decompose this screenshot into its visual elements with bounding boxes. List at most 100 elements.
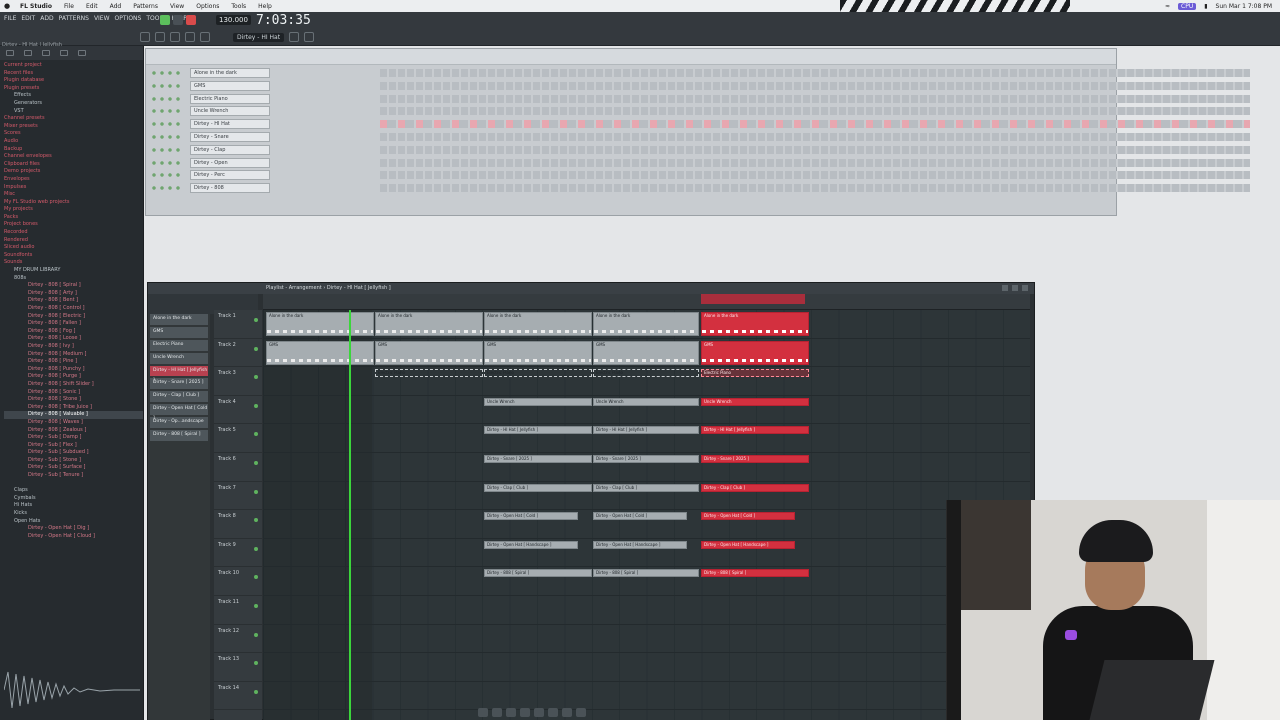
browser-item[interactable]: Recent files xyxy=(4,70,143,78)
browser-item[interactable]: Sounds xyxy=(4,259,143,267)
track-active-led[interactable] xyxy=(254,689,258,694)
browser-item[interactable]: Dirtey - 808 [ Electric ] xyxy=(4,313,143,321)
browser-item[interactable]: Impulses xyxy=(4,184,143,192)
pattern-clip[interactable]: GMS xyxy=(266,340,374,365)
browser-item[interactable]: Scores xyxy=(4,130,143,138)
browser-item[interactable]: Current project xyxy=(4,62,143,70)
track-header[interactable]: Track 6 xyxy=(214,453,262,482)
browser-item[interactable]: Dirtey - Sub [ Subdued ] xyxy=(4,449,143,457)
browser-item[interactable]: Hi Hats xyxy=(4,502,143,510)
pattern-item[interactable]: Electric Piano xyxy=(150,339,208,353)
fl-menu-add[interactable]: ADD xyxy=(40,15,53,22)
browser-item[interactable]: Plugin database xyxy=(4,77,143,85)
channel-name-button[interactable]: Dirtey - HI Hat xyxy=(190,119,270,130)
track-active-led[interactable] xyxy=(254,432,258,437)
track-header[interactable]: Track 8 xyxy=(214,510,262,539)
step-sequencer[interactable] xyxy=(380,120,1250,129)
track-header[interactable]: Track 10 xyxy=(214,567,262,596)
pattern-clip[interactable]: Dirtey - Open Hat [ Handscape ] xyxy=(484,540,578,549)
pattern-clip[interactable]: Dirtey - Open Hat [ Handscape ] xyxy=(701,540,795,549)
pattern-item[interactable]: Dirtey - HI Hat [ Jellyfish ] xyxy=(150,365,208,383)
browser-item[interactable]: Dirtey - Sub [ Stone ] xyxy=(4,457,143,465)
pattern-item[interactable]: Dirtey - Snare [ 2025 ] xyxy=(150,378,208,392)
tool-paint-icon[interactable] xyxy=(492,708,502,717)
pattern-clip[interactable]: Dirtey - HI Hat [ Jellyfish ] xyxy=(593,426,699,435)
track-active-led[interactable] xyxy=(254,403,258,408)
browser-item[interactable]: MY DRUM LIBRARY xyxy=(4,267,143,275)
pattern-clip[interactable]: Dirtey - HI Hat [ Jellyfish ] xyxy=(701,426,809,435)
track-header[interactable]: Track 1 xyxy=(214,310,262,339)
pattern-clip[interactable]: Electric Piano xyxy=(593,369,699,378)
browser-item[interactable]: Dirtey - 808 [ Pine ] xyxy=(4,358,143,366)
track-active-led[interactable] xyxy=(254,375,258,380)
browser-item[interactable]: Sliced audio xyxy=(4,244,143,252)
track-header[interactable]: Track 11 xyxy=(214,596,262,625)
track-lane[interactable] xyxy=(263,625,1030,654)
channel-mute-leds[interactable] xyxy=(150,70,184,76)
record-icon[interactable] xyxy=(186,15,196,25)
view-mixer-icon[interactable] xyxy=(185,32,195,42)
pattern-item[interactable]: GMS xyxy=(150,326,208,340)
track-header[interactable]: Track 13 xyxy=(214,653,262,682)
pattern-clip[interactable]: Dirtey - HI Hat [ Jellyfish ] xyxy=(484,426,592,435)
pattern-item[interactable]: Dirtey - Clap [ Club ] xyxy=(150,391,208,405)
channel-mute-leds[interactable] xyxy=(150,146,184,153)
battery-icon[interactable]: ▮ xyxy=(1204,3,1207,10)
browser-tab-all-icon[interactable] xyxy=(6,50,14,56)
track-header[interactable]: Track 3 xyxy=(214,367,262,396)
time-display[interactable]: 7:03:35 xyxy=(256,13,311,28)
pattern-clip[interactable]: Dirtey - Clap [ Club ] xyxy=(701,483,809,492)
pattern-item[interactable]: Uncle Wrench xyxy=(150,352,208,366)
pattern-clip[interactable]: GMS xyxy=(701,340,809,365)
browser-item[interactable]: Dirtey - 808 [ Control ] xyxy=(4,305,143,313)
browser-item[interactable]: Dirtey - 808 [ Stone ] xyxy=(4,396,143,404)
browser-item[interactable]: My FL Studio web projects xyxy=(4,199,143,207)
browser-tab-plugins-icon[interactable] xyxy=(42,50,50,56)
browser-item[interactable]: Dirtey - 808 [ Ivy ] xyxy=(4,343,143,351)
track-header[interactable]: Track 12 xyxy=(214,625,262,654)
browser-item[interactable] xyxy=(4,480,143,488)
loop-region[interactable] xyxy=(701,294,805,304)
tool-select-icon[interactable] xyxy=(548,708,558,717)
pattern-clip[interactable]: Alone in the dark xyxy=(266,312,374,336)
menu-edit[interactable]: Edit xyxy=(80,3,104,10)
browser-item[interactable]: Dirtey - Sub [ Damp ] xyxy=(4,434,143,442)
browser-item[interactable]: Soundfonts xyxy=(4,252,143,260)
pattern-clip[interactable]: Alone in the dark xyxy=(375,312,483,336)
pattern-clip[interactable]: Uncle Wrench xyxy=(701,397,809,406)
menu-add[interactable]: Add xyxy=(104,3,128,10)
view-browser-icon[interactable] xyxy=(200,32,210,42)
channel-name-button[interactable]: Dirtey - Clap xyxy=(190,144,270,155)
channel-mute-leds[interactable] xyxy=(150,95,184,102)
pattern-clip[interactable]: GMS xyxy=(484,340,592,365)
tool-delete-icon[interactable] xyxy=(506,708,516,717)
track-header[interactable]: Track 9 xyxy=(214,539,262,568)
track-active-led[interactable] xyxy=(254,575,258,580)
pattern-clip[interactable]: Electric Piano xyxy=(375,369,483,378)
track-header[interactable]: Track 7 xyxy=(214,482,262,511)
browser-item[interactable]: Dirtey - 808 [ Waves ] xyxy=(4,419,143,427)
menu-options[interactable]: Options xyxy=(190,3,225,10)
pattern-clip[interactable]: Dirtey - Snare [ 2025 ] xyxy=(701,455,809,463)
browser-item[interactable]: Kicks xyxy=(4,510,143,518)
play-icon[interactable] xyxy=(160,15,170,25)
channel-mute-leds[interactable] xyxy=(150,108,184,115)
browser-item[interactable]: Channel presets xyxy=(4,115,143,123)
track-lane[interactable] xyxy=(263,653,1030,682)
pattern-clip[interactable]: Dirtey - Clap [ Club ] xyxy=(593,483,699,492)
track-header[interactable]: Track 14 xyxy=(214,682,262,711)
browser-item[interactable]: My projects xyxy=(4,206,143,214)
channel-rack-header[interactable] xyxy=(146,49,1116,65)
browser-item[interactable]: Dirtey - 808 [ Sonic ] xyxy=(4,389,143,397)
pattern-clip[interactable]: Alone in the dark xyxy=(484,312,592,336)
channel-mute-leds[interactable] xyxy=(150,134,184,140)
track-active-led[interactable] xyxy=(254,661,258,666)
browser-item[interactable]: Clipboard files xyxy=(4,161,143,169)
track-active-led[interactable] xyxy=(254,604,258,608)
menu-clock[interactable]: Sun Mar 1 7:08 PM xyxy=(1216,3,1272,10)
snap-icon[interactable] xyxy=(304,32,315,42)
pattern-item[interactable]: Dirtey - Op...andscape xyxy=(150,417,208,431)
minimize-icon[interactable] xyxy=(1002,285,1008,291)
browser-item[interactable]: Claps xyxy=(4,487,143,495)
channel-name-button[interactable]: Dirtey - 808 xyxy=(190,183,270,194)
